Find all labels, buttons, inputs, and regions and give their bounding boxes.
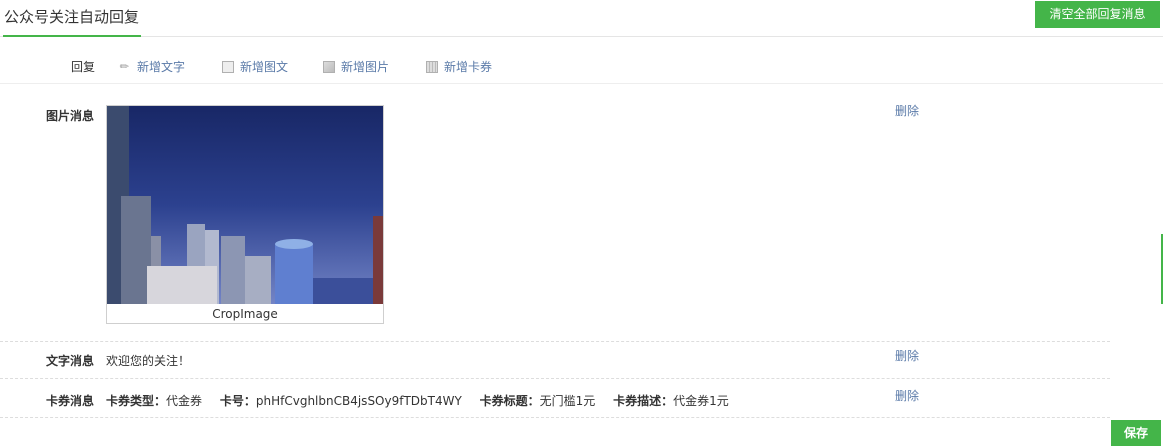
add-article-button[interactable]: 新增图文: [222, 58, 288, 75]
image-message-label: 图片消息: [46, 109, 95, 123]
delete-card-message-link[interactable]: 删除: [895, 387, 919, 404]
card-type-label: 卡券类型：: [106, 394, 167, 408]
add-article-label: 新增图文: [240, 60, 289, 74]
add-text-button[interactable]: ✎ 新增文字: [116, 58, 186, 75]
image-icon: [323, 60, 335, 73]
add-image-button[interactable]: 新增图片: [323, 58, 389, 75]
tab-auto-reply[interactable]: 公众号关注自动回复: [3, 4, 142, 37]
card-type-value: 代金券: [166, 394, 203, 408]
image-caption: CropImage: [212, 307, 278, 321]
card-title-label: 卡券标题：: [479, 394, 540, 408]
add-image-label: 新增图片: [341, 60, 390, 74]
divider: [0, 378, 1110, 379]
top-bar: 公众号关注自动回复 清空全部回复消息: [0, 0, 1163, 37]
clear-all-replies-button[interactable]: 清空全部回复消息: [1035, 1, 1160, 28]
card-message-details: 卡券类型：代金券 卡号：phHfCvghlbnCB4jsSOy9fTDbT4WY…: [106, 392, 729, 409]
article-icon: [222, 60, 234, 73]
image-message-preview[interactable]: CropImage: [106, 105, 384, 324]
reply-toolbar: 回复 ✎ 新增文字 新增图文 新增图片 新增卡券: [0, 50, 1163, 84]
card-desc-label: 卡券描述：: [613, 394, 674, 408]
card-desc-value: 代金券1元: [673, 394, 729, 408]
save-button[interactable]: 保存: [1111, 420, 1161, 446]
add-text-label: 新增文字: [137, 60, 186, 74]
city-skyline-image: [107, 106, 383, 304]
delete-text-message-link[interactable]: 删除: [895, 347, 919, 364]
divider: [0, 341, 1110, 342]
card-title-value: 无门槛1元: [539, 394, 596, 408]
text-message-label: 文字消息: [46, 354, 95, 368]
pencil-icon: ✎: [116, 58, 133, 75]
delete-image-message-link[interactable]: 删除: [895, 102, 919, 119]
card-number-value: phHfCvghlbnCB4jsSOy9fTDbT4WY: [255, 394, 462, 408]
card-message-label: 卡券消息: [46, 394, 95, 408]
text-message-content: 欢迎您的关注！: [106, 354, 191, 368]
card-icon: [426, 60, 438, 73]
reply-label: 回复: [71, 60, 96, 74]
add-card-label: 新增卡券: [444, 60, 493, 74]
card-number-label: 卡号：: [219, 394, 256, 408]
add-card-button[interactable]: 新增卡券: [426, 58, 492, 75]
divider: [0, 417, 1110, 418]
